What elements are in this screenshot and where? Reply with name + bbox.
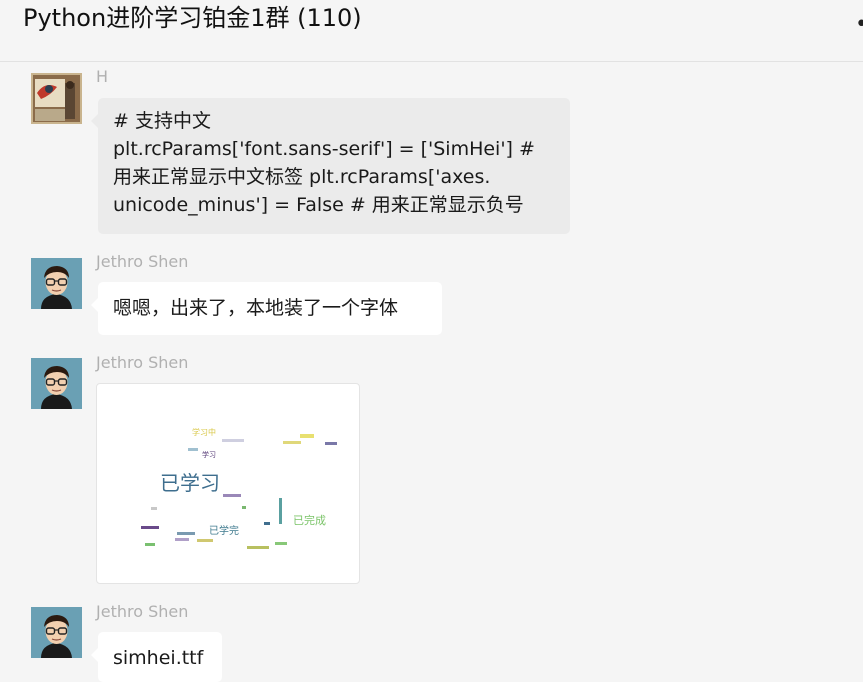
- chat-header: Python进阶学习铂金1群 (110) •••: [0, 0, 863, 62]
- wordcloud-word: 已学完: [209, 524, 239, 537]
- avatar[interactable]: [31, 358, 82, 409]
- cartoon-glasses-avatar-icon: [31, 258, 82, 309]
- message-line: # 支持中文: [113, 110, 211, 132]
- wordcloud-word: 学习中: [192, 427, 216, 437]
- cartoon-glasses-avatar-icon: [31, 358, 82, 409]
- wordcloud-word: 已学习: [160, 471, 220, 495]
- message-line: plt.rcParams['font.sans-serif'] = ['SimH…: [113, 138, 535, 160]
- avatar[interactable]: [31, 607, 82, 658]
- message-text: 嗯嗯，出来了，本地装了一个字体: [113, 297, 399, 319]
- message-bubble[interactable]: simhei.ttf: [91, 632, 222, 682]
- wordcloud-word: 已完成: [293, 513, 326, 527]
- message-bubble[interactable]: # 支持中文 plt.rcParams['font.sans-serif'] =…: [91, 98, 570, 234]
- message-line: 用来正常显示中文标签 plt.rcParams['axes.: [113, 166, 491, 188]
- message-text: simhei.ttf: [113, 647, 204, 669]
- message-line: unicode_minus'] = False # 用来正常显示负号: [113, 194, 524, 216]
- avatar[interactable]: [31, 73, 82, 124]
- wordcloud-icon: 已学习 学习中 已完成 已学完 学习: [141, 427, 337, 549]
- sender-name: Jethro Shen: [96, 252, 189, 271]
- sender-name: Jethro Shen: [96, 602, 189, 621]
- chat-title: Python进阶学习铂金1群 (110): [23, 4, 362, 32]
- sender-name: Jethro Shen: [96, 353, 189, 372]
- wordcloud-image[interactable]: 已学习 学习中 已完成 已学完 学习: [96, 383, 360, 584]
- painting-avatar-icon: [31, 73, 82, 124]
- more-options-icon[interactable]: •••: [855, 12, 863, 37]
- cartoon-glasses-avatar-icon: [31, 607, 82, 658]
- wordcloud-word: 学习: [202, 450, 216, 459]
- sender-name: H: [96, 67, 109, 86]
- avatar[interactable]: [31, 258, 82, 309]
- message-bubble[interactable]: 嗯嗯，出来了，本地装了一个字体: [91, 282, 442, 335]
